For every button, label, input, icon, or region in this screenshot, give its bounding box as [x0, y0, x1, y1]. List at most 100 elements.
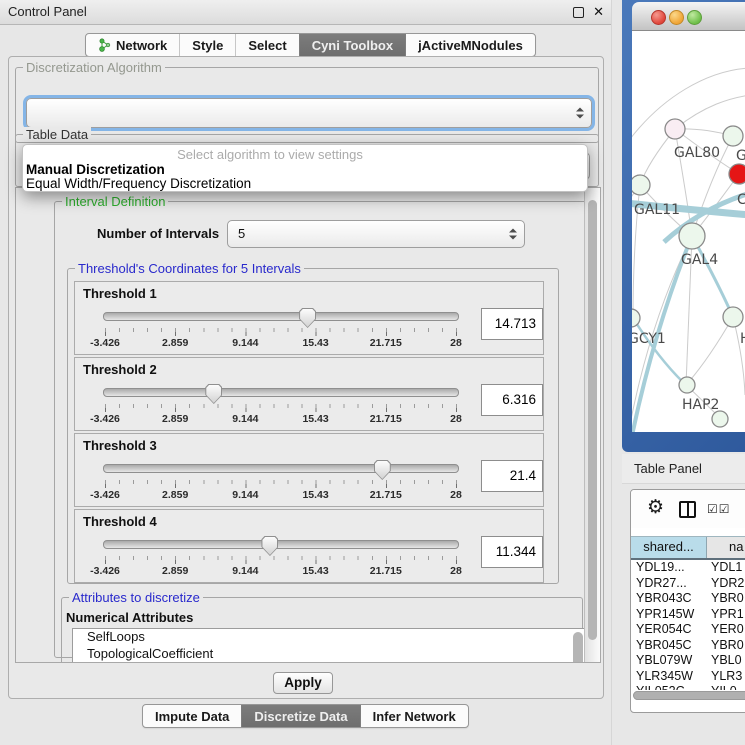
- dropdown-item-manual-discretization[interactable]: Manual Discretization: [26, 162, 165, 177]
- table-row[interactable]: YBL079WYBL0: [631, 653, 745, 669]
- threshold-1-slider-track[interactable]: [103, 312, 459, 321]
- network-icon: [98, 38, 111, 52]
- tab-jactivemnodules-label: jActiveMNodules: [418, 38, 523, 53]
- dropdown-item-equal-width-frequency[interactable]: Equal Width/Frequency Discretization: [26, 176, 251, 191]
- table-row[interactable]: YBR043CYBR0: [631, 591, 745, 607]
- network-view-canvas[interactable]: GAL80 GA C GAL11 GAL4 GCY1 H HAP2: [632, 31, 745, 432]
- threshold-2-slider-track[interactable]: [103, 388, 459, 397]
- slider-tick-label: 15.43: [302, 337, 328, 349]
- table-toolbar: ⚙ ☑☑: [631, 490, 745, 528]
- cell-shared-name[interactable]: YBR045C: [631, 638, 706, 654]
- list-scrollbar-thumb[interactable]: [573, 632, 583, 663]
- cell-name[interactable]: YDR2: [706, 576, 745, 592]
- cell-shared-name[interactable]: YDL19...: [631, 560, 706, 576]
- tab-impute-data[interactable]: Impute Data: [143, 705, 241, 727]
- tab-discretize-data[interactable]: Discretize Data: [241, 705, 359, 727]
- tab-jactivemnodules[interactable]: jActiveMNodules: [405, 34, 535, 56]
- close-icon[interactable]: ✕: [593, 0, 604, 23]
- minimize-traffic-light-icon[interactable]: [669, 10, 684, 25]
- cell-shared-name[interactable]: YBL079W: [631, 653, 706, 669]
- threshold-4-slider-handle[interactable]: [261, 536, 278, 556]
- network-window-titlebar[interactable]: [632, 2, 745, 31]
- cell-shared-name[interactable]: YDR27...: [631, 576, 706, 592]
- threshold-2-value-field[interactable]: 6.316: [481, 384, 543, 416]
- tab-cyni-toolbox[interactable]: Cyni Toolbox: [299, 34, 405, 56]
- cell-name[interactable]: YBR0: [706, 591, 745, 607]
- node-red-selected: [729, 164, 745, 184]
- attribute-list-item[interactable]: BetweennessCentrality: [73, 662, 585, 663]
- cell-name[interactable]: YIL0: [706, 684, 745, 690]
- dropdown-prompt-item[interactable]: Select algorithm to view settings: [23, 147, 517, 162]
- threshold-4-value-field[interactable]: 11.344: [481, 536, 543, 568]
- slider-tick-label: 21.715: [370, 565, 402, 577]
- cell-name[interactable]: YDL1: [706, 560, 745, 576]
- cell-name[interactable]: YPR1: [706, 607, 745, 623]
- table-panel-header: Table Panel: [622, 454, 745, 484]
- slider-tick-label: -3.426: [90, 337, 120, 349]
- close-traffic-light-icon[interactable]: [651, 10, 666, 25]
- cell-name[interactable]: YBR0: [706, 638, 745, 654]
- cell-shared-name[interactable]: YER054C: [631, 622, 706, 638]
- tab-infer-network[interactable]: Infer Network: [360, 705, 468, 727]
- cyni-toolbox-panel: Discretization Algorithm Select algorith…: [8, 56, 604, 699]
- tab-network[interactable]: Network: [86, 34, 179, 56]
- settings-vertical-scrollbar[interactable]: [584, 188, 600, 662]
- select-columns-icon[interactable]: ☑☑: [707, 502, 731, 516]
- cell-name[interactable]: YBL0: [706, 653, 745, 669]
- threshold-1-label: Threshold 1: [83, 286, 157, 301]
- table-horizontal-scrollbar[interactable]: [633, 691, 745, 700]
- node-table-body[interactable]: YDL19...YDL1YDR27...YDR2YBR043CYBR0YPR14…: [631, 560, 745, 690]
- network-window-frame: GAL80 GA C GAL11 GAL4 GCY1 H HAP2: [622, 0, 745, 452]
- node-label: GAL11: [634, 202, 680, 218]
- threshold-4-slider-track[interactable]: [103, 540, 459, 549]
- gear-icon[interactable]: ⚙: [647, 498, 664, 518]
- table-row[interactable]: YLR345WYLR3: [631, 669, 745, 685]
- algorithm-combo[interactable]: [26, 98, 592, 128]
- cell-shared-name[interactable]: YIL052C: [631, 684, 706, 690]
- apply-button[interactable]: Apply: [273, 672, 333, 694]
- table-row[interactable]: YPR145WYPR1: [631, 607, 745, 623]
- scrollbar-thumb[interactable]: [633, 691, 745, 700]
- cell-shared-name[interactable]: YBR043C: [631, 591, 706, 607]
- node-label: GAL4: [681, 252, 718, 268]
- zoom-traffic-light-icon[interactable]: [687, 10, 702, 25]
- threshold-3-slider-handle[interactable]: [374, 460, 391, 480]
- table-row[interactable]: YIL052CYIL0: [631, 684, 745, 690]
- cell-shared-name[interactable]: YLR345W: [631, 669, 706, 685]
- attributes-group-title: Attributes to discretize: [69, 590, 203, 605]
- column-header-name[interactable]: na: [707, 537, 745, 558]
- cell-shared-name[interactable]: YPR145W: [631, 607, 706, 623]
- slider-tick-label: 28: [450, 565, 462, 577]
- threshold-2-label: Threshold 2: [83, 362, 157, 377]
- table-row[interactable]: YER054CYER0: [631, 622, 745, 638]
- table-row[interactable]: YDR27...YDR2: [631, 576, 745, 592]
- node-gal11: [632, 175, 650, 195]
- thresholds-group: Threshold's Coordinates for 5 Intervals …: [67, 268, 559, 584]
- column-layout-icon[interactable]: [679, 501, 696, 518]
- tab-select[interactable]: Select: [235, 34, 298, 56]
- panel-divider[interactable]: [611, 0, 612, 745]
- attribute-list-item[interactable]: SelfLoops: [73, 629, 585, 646]
- numerical-attributes-list[interactable]: SelfLoopsTopologicalCoefficientBetweenne…: [72, 628, 586, 663]
- slider-tick-label: 28: [450, 337, 462, 349]
- node-label: GAL80: [674, 145, 720, 161]
- cell-name[interactable]: YER0: [706, 622, 745, 638]
- number-of-intervals-combo[interactable]: 5: [227, 220, 525, 248]
- column-header-shared-name[interactable]: shared...: [631, 537, 707, 558]
- scrollbar-thumb[interactable]: [588, 200, 597, 640]
- threshold-3-slider-track[interactable]: [103, 464, 459, 473]
- slider-tick-label: 2.859: [162, 565, 188, 577]
- table-row[interactable]: YBR045CYBR0: [631, 638, 745, 654]
- threshold-3-value-field[interactable]: 21.4: [481, 460, 543, 492]
- threshold-2-slider-handle[interactable]: [205, 384, 222, 404]
- cell-name[interactable]: YLR3: [706, 669, 745, 685]
- threshold-1-value-field[interactable]: 14.713: [481, 308, 543, 340]
- threshold-1-slider-handle[interactable]: [299, 308, 316, 328]
- node-top-right: [723, 126, 743, 146]
- node-gal4: [679, 223, 705, 249]
- discretization-algorithm-group-title: Discretization Algorithm: [23, 60, 165, 75]
- attribute-list-item[interactable]: TopologicalCoefficient: [73, 646, 585, 663]
- table-row[interactable]: YDL19...YDL1: [631, 560, 745, 576]
- float-window-icon[interactable]: [573, 7, 584, 18]
- tab-style[interactable]: Style: [179, 34, 235, 56]
